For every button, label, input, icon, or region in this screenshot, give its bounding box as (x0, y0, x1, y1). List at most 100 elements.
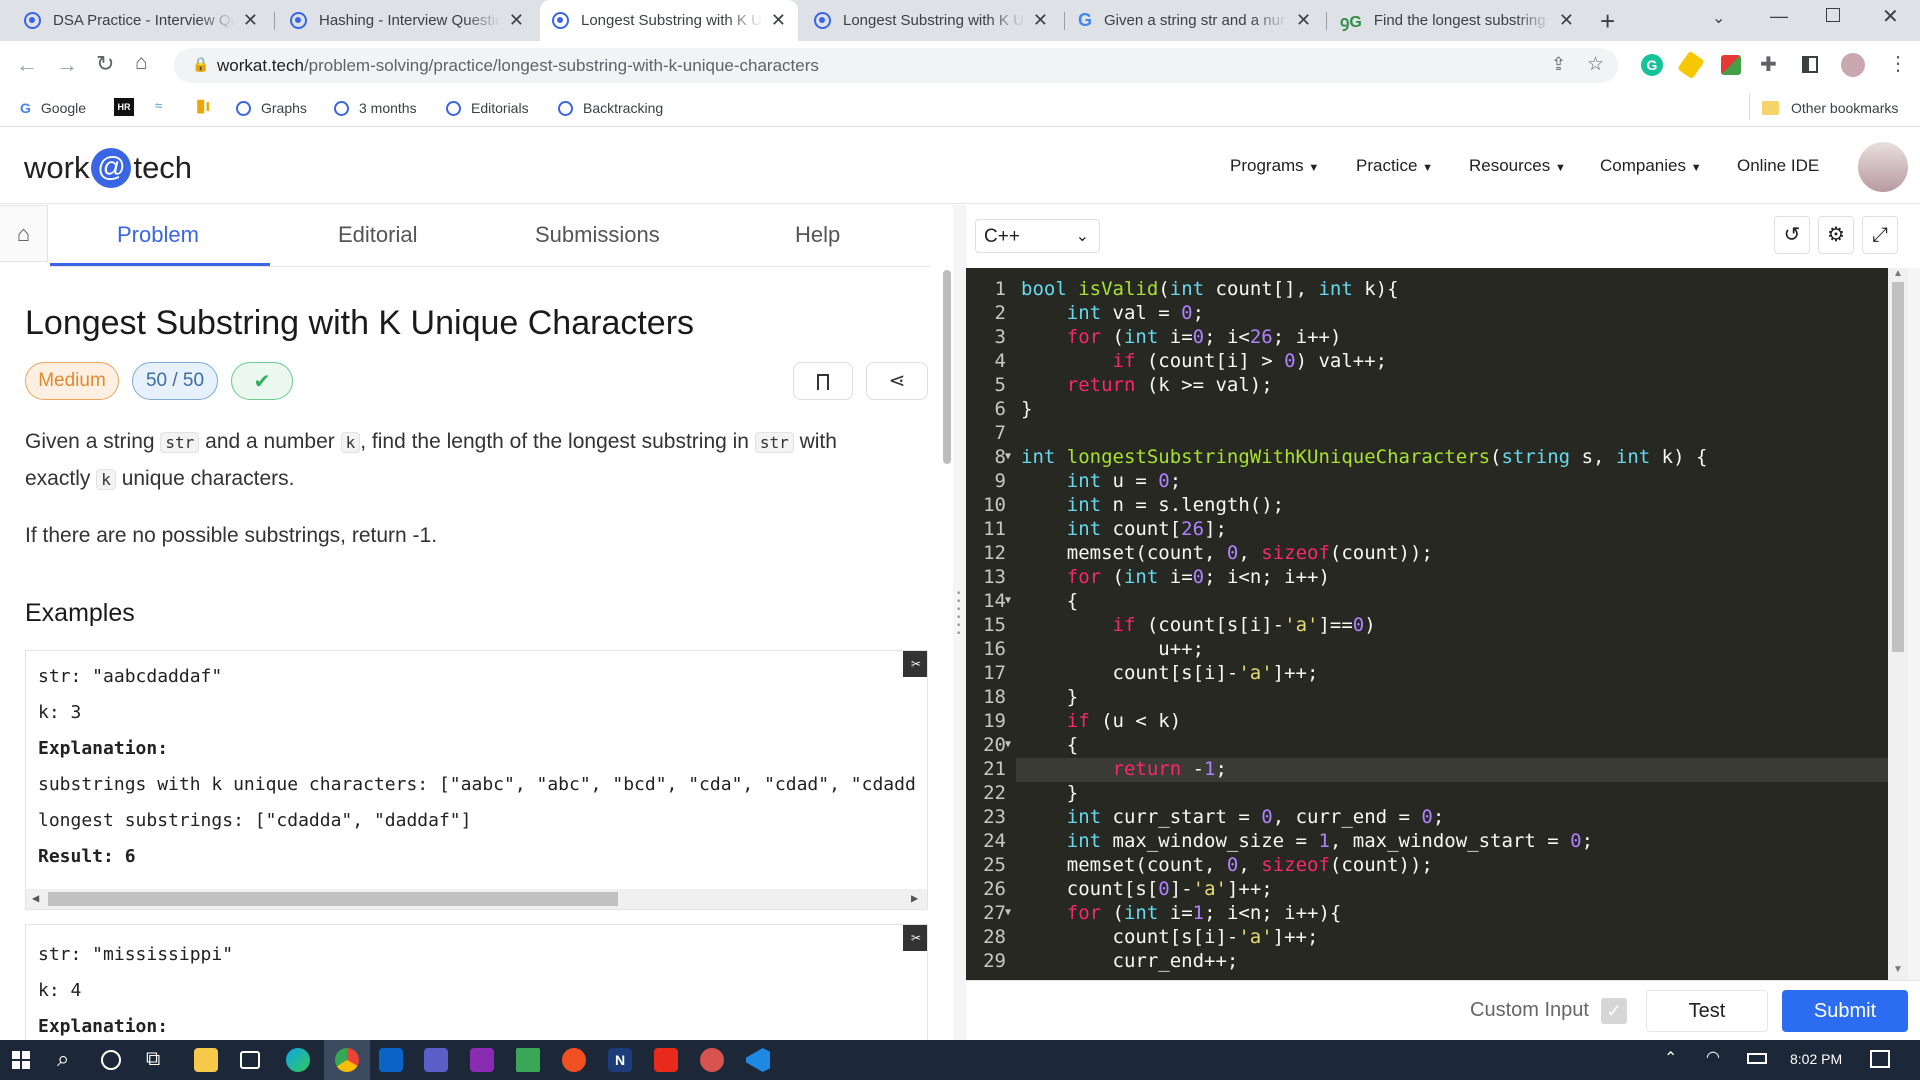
minimize-button[interactable]: — (1770, 6, 1788, 27)
battery-icon[interactable] (1747, 1053, 1767, 1064)
nav-practice[interactable]: Practice ▼ (1356, 156, 1433, 176)
forward-arrow-icon[interactable]: → (56, 52, 78, 78)
nav-online-ide[interactable]: Online IDE (1737, 156, 1819, 176)
close-tab-icon[interactable]: ✕ (771, 10, 786, 31)
fullscreen-button[interactable]: ⤢ (1862, 216, 1898, 254)
home-icon[interactable]: ⌂ (135, 51, 148, 75)
extensions-puzzle-icon[interactable]: ✚ (1760, 52, 1777, 77)
fold-arrow-icon[interactable]: ▼ (1005, 907, 1011, 918)
code-line[interactable]: } (1021, 398, 1032, 420)
code-line[interactable]: } (1021, 782, 1078, 804)
acrobat-icon[interactable] (654, 1048, 678, 1072)
app-icon[interactable] (700, 1048, 724, 1072)
pane-splitter[interactable]: • • • • • • (953, 205, 966, 1040)
chrome-menu-icon[interactable]: ⋮ (1888, 51, 1908, 76)
profile-avatar[interactable] (1841, 53, 1865, 77)
scroll-up-arrow-icon[interactable]: ▲ (1893, 268, 1903, 279)
task-view-icon[interactable]: ⧉ (146, 1048, 160, 1071)
custom-input-checkbox[interactable]: ✓ (1601, 998, 1627, 1024)
file-explorer-icon[interactable] (194, 1048, 218, 1072)
copy-example-icon[interactable]: ✂ (903, 651, 927, 677)
browser-tab[interactable]: DSA Practice - Interview Qu ✕ (12, 0, 270, 41)
code-line[interactable]: for (int i=1; i<n; i++){ (1021, 902, 1342, 924)
code-line[interactable]: int n = s.length(); (1021, 494, 1284, 516)
code-line[interactable]: memset(count, 0, sizeof(count)); (1021, 542, 1433, 564)
search-icon[interactable]: ⌕ (57, 1046, 69, 1072)
nav-programs[interactable]: Programs ▼ (1230, 156, 1319, 176)
grammarly-extension-icon[interactable]: G (1641, 54, 1663, 76)
share-problem-button[interactable]: ⋖ (866, 362, 928, 400)
bookmark-problem-button[interactable] (793, 362, 853, 400)
fold-arrow-icon[interactable]: ▼ (1005, 451, 1011, 462)
tab-problem[interactable]: Problem (117, 222, 199, 248)
hackerrank-bookmark-icon[interactable]: HR (114, 98, 134, 116)
code-line[interactable]: memset(count, 0, sizeof(count)); (1021, 854, 1433, 876)
app-icon[interactable] (562, 1048, 586, 1072)
code-line[interactable]: u++; (1021, 638, 1204, 660)
nav-companies[interactable]: Companies ▼ (1600, 156, 1702, 176)
code-line[interactable]: int curr_start = 0, curr_end = 0; (1021, 806, 1445, 828)
scrollbar-thumb[interactable] (48, 892, 618, 906)
code-line[interactable]: return (k >= val); (1021, 374, 1273, 396)
sheets-icon[interactable] (516, 1048, 540, 1072)
code-line[interactable]: for (int i=0; i<n; i++) (1021, 566, 1330, 588)
close-tab-icon[interactable]: ✕ (1296, 10, 1311, 31)
bookmark-graphs[interactable]: Graphs (236, 96, 307, 120)
drag-handle-icon[interactable]: • • • • • • (957, 589, 961, 639)
editor-settings-button[interactable]: ⚙ (1818, 216, 1854, 254)
code-line[interactable]: int max_window_size = 1, max_window_star… (1021, 830, 1593, 852)
close-tab-icon[interactable]: ✕ (1033, 10, 1048, 31)
browser-tab[interactable]: Longest Substring with K U ✕ (802, 0, 1060, 41)
code-line[interactable]: { (1021, 590, 1078, 612)
close-tab-icon[interactable]: ✕ (1559, 10, 1574, 31)
bookmark-3-months[interactable]: 3 months (334, 96, 417, 120)
code-line[interactable]: if (count[i] > 0) val++; (1021, 350, 1388, 372)
browser-tab[interactable]: G Given a string str and a nur ✕ (1066, 0, 1324, 41)
windows-start-icon[interactable] (12, 1051, 30, 1069)
browser-tab[interactable]: Hashing - Interview Questic ✕ (278, 0, 536, 41)
submit-button[interactable]: Submit (1782, 990, 1908, 1032)
code-line[interactable]: count[s[0]-'a']++; (1021, 878, 1273, 900)
workattech-logo[interactable]: work @ tech (24, 148, 192, 188)
chrome-taskbar-icon[interactable] (335, 1048, 359, 1072)
reset-code-button[interactable]: ↺ (1774, 216, 1810, 254)
back-arrow-icon[interactable]: ← (16, 52, 38, 78)
code-editor[interactable]: 1 bool isValid(int count[], int k){2 int … (966, 268, 1888, 980)
editor-scrollbar[interactable]: ▲ ▼ (1888, 268, 1908, 980)
code-line[interactable]: } (1021, 686, 1078, 708)
chart-bookmark-icon[interactable]: ▮ı (196, 96, 216, 116)
show-hidden-icons[interactable]: ⌃ (1664, 1048, 1677, 1068)
copy-example-icon[interactable]: ✂ (903, 925, 927, 951)
mail-app-icon[interactable] (240, 1051, 260, 1069)
code-line[interactable]: bool isValid(int count[], int k){ (1021, 278, 1399, 300)
browser-tab[interactable]: ꝯG Find the longest substring ✕ (1328, 0, 1586, 41)
code-line[interactable]: int u = 0; (1021, 470, 1181, 492)
outlook-icon[interactable] (379, 1048, 403, 1072)
code-line[interactable]: return -1; (1021, 758, 1227, 780)
code-line[interactable]: int longestSubstringWithKUniqueCharacter… (1021, 446, 1707, 468)
code-line[interactable]: count[s[i]-'a']++; (1021, 926, 1319, 948)
notion-icon[interactable]: N (608, 1048, 632, 1072)
tab-help[interactable]: Help (795, 222, 840, 248)
code-line[interactable]: curr_end++; (1021, 950, 1239, 972)
cortana-icon[interactable] (101, 1050, 121, 1070)
address-bar[interactable]: 🔒 workat.tech/problem-solving/practice/l… (174, 48, 1618, 83)
scroll-right-arrow-icon[interactable]: ▶ (911, 891, 918, 905)
tab-search-icon[interactable]: ⌄ (1712, 8, 1725, 28)
scrollbar-thumb[interactable] (1892, 282, 1904, 652)
side-panel-icon[interactable] (1802, 56, 1818, 73)
horizontal-scrollbar[interactable]: ◀ ▶ (26, 889, 927, 909)
bookmark-star-icon[interactable]: ☆ (1587, 53, 1604, 76)
code-line[interactable]: count[s[i]-'a']++; (1021, 662, 1319, 684)
other-bookmarks[interactable]: Other bookmarks (1762, 96, 1898, 120)
restore-button[interactable] (1826, 8, 1840, 22)
test-button[interactable]: Test (1646, 990, 1768, 1032)
new-tab-button[interactable]: + (1600, 6, 1615, 37)
code-line[interactable]: if (count[s[i]-'a']==0) (1021, 614, 1376, 636)
fold-arrow-icon[interactable]: ▼ (1005, 739, 1011, 750)
bookmark-backtracking[interactable]: Backtracking (558, 96, 663, 120)
close-window-button[interactable]: ✕ (1882, 4, 1899, 29)
wifi-icon[interactable]: ◠ (1706, 1047, 1720, 1067)
user-avatar[interactable] (1858, 142, 1908, 192)
color-extension-icon[interactable] (1721, 55, 1741, 75)
